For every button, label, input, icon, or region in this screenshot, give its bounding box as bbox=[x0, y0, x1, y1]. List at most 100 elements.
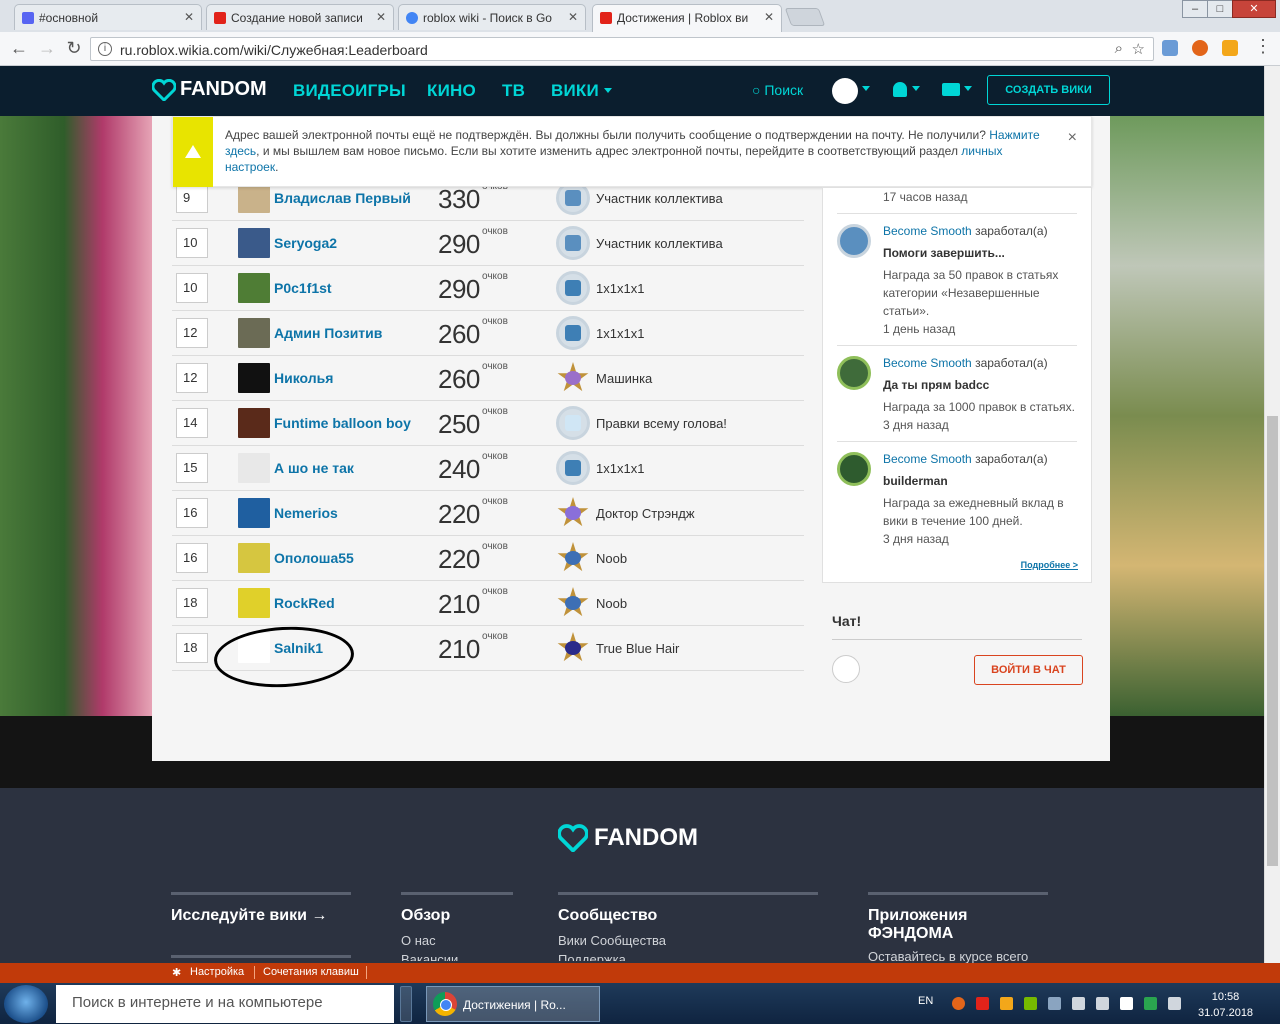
username-link[interactable]: А шо не так bbox=[274, 460, 354, 476]
user-avatar[interactable] bbox=[238, 408, 270, 438]
taskbar-chrome-app[interactable]: Достижения | Ro... bbox=[426, 986, 600, 1022]
username-link[interactable]: Nemerios bbox=[274, 505, 338, 521]
tray-app-icon[interactable] bbox=[1144, 997, 1157, 1010]
page-scrollbar[interactable] bbox=[1264, 66, 1280, 963]
taskbar-show-windows[interactable] bbox=[400, 986, 412, 1022]
tab-close-icon[interactable]: ✕ bbox=[376, 10, 386, 24]
maximize-button[interactable]: □ bbox=[1207, 0, 1233, 18]
user-avatar[interactable] bbox=[238, 228, 270, 258]
nvidia-icon[interactable] bbox=[1024, 997, 1037, 1010]
username-link[interactable]: RockRed bbox=[274, 595, 335, 611]
new-tab-button[interactable] bbox=[784, 8, 826, 26]
close-icon[interactable]: × bbox=[1068, 129, 1077, 147]
user-avatar[interactable] bbox=[238, 498, 270, 528]
activity-user-link[interactable]: Become Smooth bbox=[883, 224, 972, 238]
forward-arrow-icon[interactable]: → bbox=[36, 38, 58, 59]
user-avatar[interactable] bbox=[238, 588, 270, 618]
notifications-bell-icon[interactable] bbox=[893, 82, 907, 97]
username-link[interactable]: P0c1f1st bbox=[274, 280, 332, 296]
site-info-icon[interactable]: i bbox=[98, 42, 112, 56]
address-bar[interactable]: i ru.roblox.wikia.com/wiki/Служебная:Lea… bbox=[90, 37, 1154, 61]
footer-link[interactable]: О нас bbox=[401, 933, 513, 948]
more-activity-link[interactable]: Подробнее > bbox=[1021, 560, 1078, 570]
badge-icon[interactable] bbox=[556, 406, 590, 440]
username-link[interactable]: Николья bbox=[274, 370, 333, 386]
footer-logo[interactable]: FANDOM bbox=[558, 824, 698, 852]
bookmark-star-icon[interactable]: ☆ bbox=[1132, 40, 1145, 58]
username-link[interactable]: Ополоша55 bbox=[274, 550, 354, 566]
tab-close-icon[interactable]: ✕ bbox=[184, 10, 194, 24]
tab-achievements[interactable]: Достижения | Roblox ви ✕ bbox=[592, 4, 782, 32]
nav-tv[interactable]: ТВ bbox=[502, 81, 525, 101]
extension-icon[interactable] bbox=[1162, 40, 1178, 56]
extension-icon[interactable] bbox=[1192, 40, 1208, 56]
user-avatar[interactable] bbox=[238, 453, 270, 483]
footer-link[interactable]: Оставайтесь в курсе всего bbox=[868, 949, 1048, 964]
reload-icon[interactable]: ↻ bbox=[63, 38, 85, 59]
tab-google-search[interactable]: roblox wiki - Поиск в Go ✕ bbox=[398, 4, 586, 30]
tray-app-icon[interactable] bbox=[976, 997, 989, 1010]
footer-link[interactable]: Вики Сообщества bbox=[558, 933, 818, 948]
badge-icon[interactable] bbox=[556, 361, 590, 395]
tray-app-icon[interactable] bbox=[1168, 997, 1181, 1010]
nav-games[interactable]: ВИДЕОИГРЫ bbox=[293, 81, 406, 101]
score-unit: очков bbox=[482, 496, 508, 507]
back-arrow-icon[interactable]: ← bbox=[8, 38, 30, 59]
tab-create-post[interactable]: Создание новой записи ✕ bbox=[206, 4, 394, 30]
join-chat-button[interactable]: ВОЙТИ В ЧАТ bbox=[974, 655, 1083, 685]
activity-time: 17 часов назад bbox=[883, 190, 968, 204]
create-wiki-button[interactable]: СОЗДАТЬ ВИКИ bbox=[987, 75, 1110, 105]
tray-app-icon[interactable] bbox=[952, 997, 965, 1010]
badge-icon[interactable] bbox=[556, 226, 590, 260]
activity-user-link[interactable]: Become Smooth bbox=[883, 356, 972, 370]
tab-discord[interactable]: #основной ✕ bbox=[14, 4, 202, 30]
badge-icon[interactable] bbox=[556, 541, 590, 575]
username-link[interactable]: Владислав Первый bbox=[274, 190, 411, 206]
network-icon[interactable] bbox=[1096, 997, 1109, 1010]
user-avatar[interactable] bbox=[238, 318, 270, 348]
badge-icon[interactable] bbox=[556, 496, 590, 530]
user-avatar[interactable] bbox=[238, 543, 270, 573]
user-avatar[interactable] bbox=[238, 183, 270, 213]
search-button[interactable]: ○ Поиск bbox=[752, 82, 803, 98]
activity-user: Become Smooth заработал(а) bbox=[883, 224, 1048, 238]
badge-icon[interactable] bbox=[556, 586, 590, 620]
nav-movies[interactable]: КИНО bbox=[427, 81, 476, 101]
user-avatar[interactable] bbox=[238, 363, 270, 393]
footer-link[interactable]: Поддержка bbox=[558, 952, 818, 961]
user-avatar[interactable] bbox=[238, 273, 270, 303]
zoom-search-icon[interactable]: ⌕ bbox=[1115, 40, 1123, 57]
badge-icon[interactable] bbox=[556, 631, 590, 665]
divider bbox=[171, 892, 351, 895]
menu-dots-icon[interactable]: ⋮ bbox=[1252, 36, 1274, 57]
messages-icon[interactable] bbox=[942, 83, 960, 96]
footer-link[interactable]: Вакансии bbox=[401, 952, 513, 961]
fandom-logo[interactable]: FANDOM bbox=[152, 78, 267, 101]
close-window-button[interactable]: ✕ bbox=[1232, 0, 1276, 18]
volume-icon[interactable] bbox=[1072, 997, 1085, 1010]
settings-link[interactable]: Настройка bbox=[190, 966, 244, 978]
system-clock[interactable]: 10:58 31.07.2018 bbox=[1198, 989, 1253, 1021]
language-indicator[interactable]: EN bbox=[918, 995, 933, 1007]
tray-app-icon[interactable] bbox=[1000, 997, 1013, 1010]
shortcuts-link[interactable]: Сочетания клавиш bbox=[263, 966, 359, 978]
username-link[interactable]: Funtime balloon boy bbox=[274, 415, 411, 431]
username-link[interactable]: Админ Позитив bbox=[274, 325, 382, 341]
explore-wikis[interactable]: Исследуйте вики → bbox=[171, 892, 351, 970]
start-button[interactable] bbox=[4, 985, 48, 1023]
user-avatar[interactable] bbox=[832, 78, 858, 104]
badge-icon[interactable] bbox=[556, 316, 590, 350]
action-center-flag-icon[interactable] bbox=[1120, 997, 1133, 1010]
tab-close-icon[interactable]: ✕ bbox=[568, 10, 578, 24]
extension-key-icon[interactable] bbox=[1222, 40, 1238, 56]
tab-close-icon[interactable]: ✕ bbox=[764, 10, 774, 24]
username-link[interactable]: Seryoga2 bbox=[274, 235, 337, 251]
nav-wikis[interactable]: ВИКИ bbox=[551, 81, 599, 101]
activity-user-link[interactable]: Become Smooth bbox=[883, 452, 972, 466]
taskbar-search-input[interactable]: Поиск в интернете и на компьютере bbox=[56, 985, 394, 1023]
minimize-button[interactable]: – bbox=[1182, 0, 1208, 18]
tray-app-icon[interactable] bbox=[1048, 997, 1061, 1010]
badge-icon[interactable] bbox=[556, 451, 590, 485]
badge-icon[interactable] bbox=[556, 271, 590, 305]
scrollbar-thumb[interactable] bbox=[1267, 416, 1278, 866]
